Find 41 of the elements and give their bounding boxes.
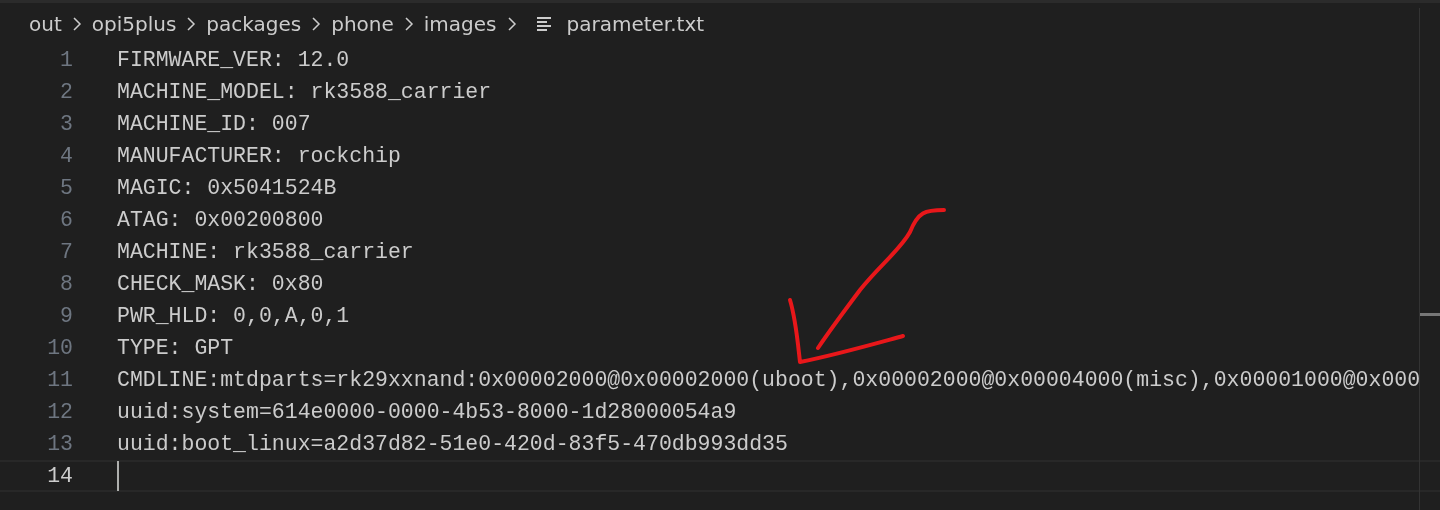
line-number: 7 xyxy=(59,240,73,264)
code-line: TYPE: GPT xyxy=(117,336,234,360)
line-number: 9 xyxy=(59,304,73,328)
line-number: 2 xyxy=(59,80,73,104)
breadcrumb-item[interactable]: parameter.txt xyxy=(566,11,705,36)
code-line: MACHINE_MODEL: rk3588_carrier xyxy=(117,80,492,104)
code-line: FIRMWARE_VER: 12.0 xyxy=(117,48,350,72)
line-number: 5 xyxy=(59,176,73,200)
chevron-icon xyxy=(70,16,83,31)
line-number: 12 xyxy=(46,400,73,424)
code-line: ATAG: 0x00200800 xyxy=(117,208,324,232)
code-line: uuid:system=614e0000-0000-4b53-8000-1d28000054a9 xyxy=(117,400,737,424)
line-number: 8 xyxy=(59,272,73,296)
chevron-icon xyxy=(505,16,518,31)
breadcrumb-item[interactable]: packages xyxy=(206,11,302,36)
line-number: 11 xyxy=(46,368,73,392)
chevron-icon xyxy=(185,16,198,31)
scrollbar-thumb[interactable] xyxy=(1420,313,1440,316)
chevron-icon xyxy=(402,16,415,31)
text-file-icon xyxy=(536,16,553,31)
line-number: 6 xyxy=(59,208,73,232)
code-line: PWR_HLD: 0,0,A,0,1 xyxy=(117,304,350,328)
line-number: 13 xyxy=(46,432,73,456)
code-line: CMDLINE:mtdparts=rk29xxnand:0x00002000@0x00002000(uboot),0x00002000@0x00004000(misc),0x00001000@0x000 xyxy=(117,368,1421,392)
line-number: 4 xyxy=(59,144,73,168)
breadcrumb-item[interactable]: images xyxy=(423,11,497,36)
breadcrumb-item[interactable]: phone xyxy=(331,11,394,36)
code-line: MANUFACTURER: rockchip xyxy=(117,144,401,168)
code-line: MACHINE: rk3588_carrier xyxy=(117,240,414,264)
breadcrumb-item[interactable]: out xyxy=(29,11,62,36)
line-number: 3 xyxy=(59,112,73,136)
code-line: uuid:boot_linux=a2d37d82-51e0-420d-83f5-470db993dd35 xyxy=(117,432,788,456)
line-number: 14 xyxy=(46,464,73,488)
code-line: MAGIC: 0x5041524B xyxy=(117,176,337,200)
breadcrumb-item[interactable]: opi5plus xyxy=(91,11,177,36)
line-number: 10 xyxy=(46,336,73,360)
code-line: MACHINE_ID: 007 xyxy=(117,112,311,136)
line-number: 1 xyxy=(59,48,73,72)
text-cursor xyxy=(117,461,119,491)
code-line: CHECK_MASK: 0x80 xyxy=(117,272,324,296)
chevron-icon xyxy=(310,16,323,31)
